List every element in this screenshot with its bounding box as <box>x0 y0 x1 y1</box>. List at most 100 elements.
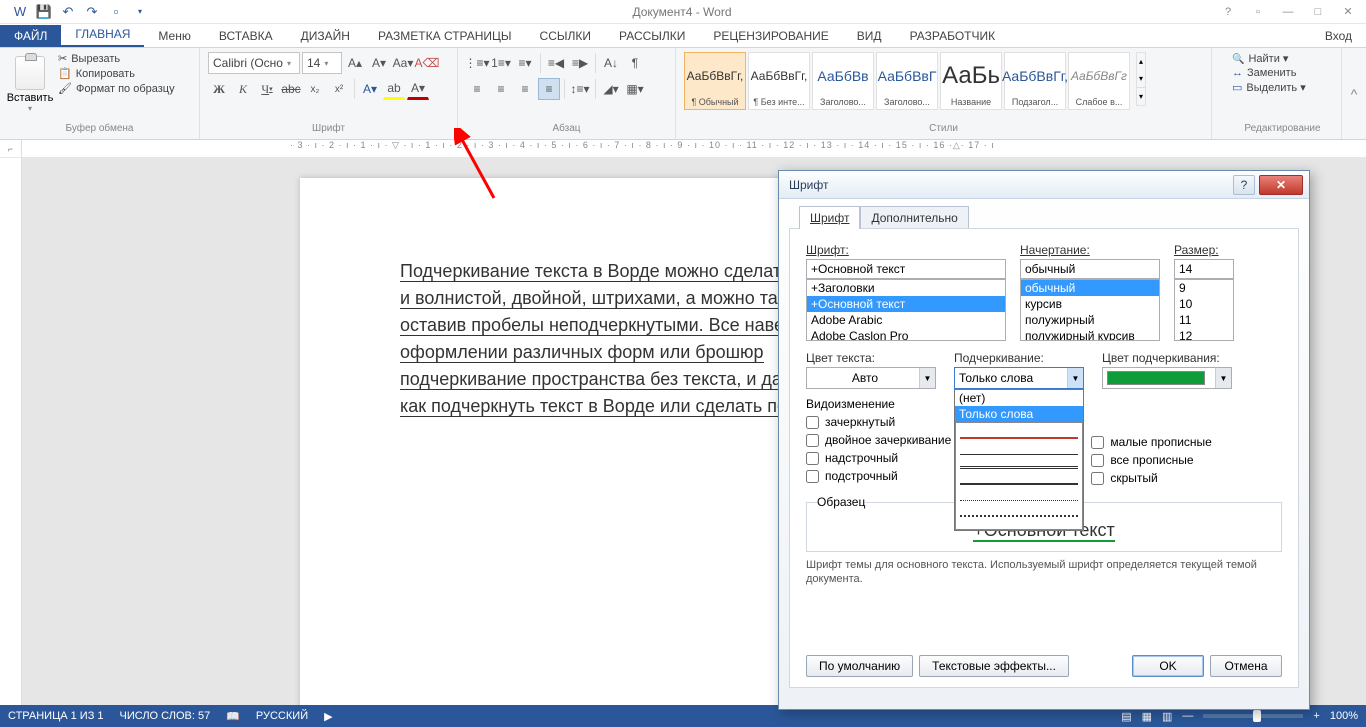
line-spacing-icon[interactable]: ↕≡▾ <box>569 78 591 100</box>
numbering-icon[interactable]: 1≡▾ <box>490 52 512 74</box>
format-painter-button[interactable]: Формат по образцу <box>58 82 175 95</box>
minimize-icon[interactable]: — <box>1274 2 1302 22</box>
status-lang[interactable]: РУССКИЙ <box>256 710 308 722</box>
multilevel-icon[interactable]: ≡▾ <box>514 52 536 74</box>
cut-button[interactable]: Вырезать <box>58 52 175 65</box>
close-icon[interactable]: ✕ <box>1334 2 1362 22</box>
shading-icon[interactable]: ◢▾ <box>600 78 622 100</box>
chk-strike[interactable]: зачеркнутый <box>806 415 951 429</box>
style-subtle[interactable]: АаБбВвГгСлабое в... <box>1068 52 1130 110</box>
vertical-ruler[interactable] <box>0 158 22 705</box>
strike-button[interactable]: abc <box>280 78 302 100</box>
justify-icon[interactable]: ≡ <box>538 78 560 100</box>
style-listbox[interactable]: обычный курсив полужирный полужирный кур… <box>1020 279 1160 341</box>
bold-button[interactable]: Ж <box>208 78 230 100</box>
view-web-icon[interactable]: ▥ <box>1162 710 1172 723</box>
chk-allcaps[interactable]: все прописные <box>1091 453 1212 467</box>
view-print-icon[interactable]: ▤ <box>1121 710 1131 723</box>
clear-format-icon[interactable]: A⌫ <box>416 52 438 74</box>
tab-developer[interactable]: РАЗРАБОТЧИК <box>896 25 1010 47</box>
grow-font-icon[interactable]: A▴ <box>344 52 366 74</box>
align-left-icon[interactable]: ≡ <box>466 78 488 100</box>
maximize-icon[interactable]: □ <box>1304 2 1332 22</box>
font-size-combo[interactable]: 14▾ <box>302 52 342 74</box>
undo-icon[interactable]: ↶ <box>58 2 78 22</box>
redo-icon[interactable]: ↷ <box>82 2 102 22</box>
underline-option-dashed[interactable] <box>960 519 1078 530</box>
tab-view[interactable]: ВИД <box>843 25 896 47</box>
size-listbox[interactable]: 9 10 11 12 14 <box>1174 279 1234 341</box>
tab-selector-icon[interactable]: ⌐ <box>0 140 22 157</box>
styles-more-icon[interactable]: ▴▾▾ <box>1136 52 1146 106</box>
zoom-value[interactable]: 100% <box>1330 710 1358 722</box>
horizontal-ruler[interactable]: ⌐ · 3 · ı · 2 · ı · 1 · ı · ▽ · ı · 1 · … <box>0 140 1366 158</box>
default-button[interactable]: По умолчанию <box>806 655 913 677</box>
bullets-icon[interactable]: ⋮≡▾ <box>466 52 488 74</box>
underline-option-dotted-thick[interactable] <box>960 503 1078 517</box>
status-words[interactable]: ЧИСЛО СЛОВ: 57 <box>120 710 211 722</box>
superscript-button[interactable]: x² <box>328 78 350 100</box>
ribbon-options-icon[interactable]: ▫ <box>1244 2 1272 22</box>
underline-dropdown-list[interactable]: (нет) Только слова <box>954 389 1084 531</box>
font-name-combo[interactable]: Calibri (Осно▾ <box>208 52 300 74</box>
dialog-help-icon[interactable]: ? <box>1233 175 1255 195</box>
align-right-icon[interactable]: ≡ <box>514 78 536 100</box>
indent-inc-icon[interactable]: ≡▶ <box>569 52 591 74</box>
underline-button[interactable]: Ч▾ <box>256 78 278 100</box>
chk-smallcaps[interactable]: малые прописные <box>1091 435 1212 449</box>
chk-dstrike[interactable]: двойное зачеркивание <box>806 433 951 447</box>
font-input[interactable] <box>806 259 1006 279</box>
dialog-close-icon[interactable]: ✕ <box>1259 175 1303 195</box>
text-color-dropdown[interactable]: Авто▼ <box>806 367 936 389</box>
underline-option-double[interactable] <box>960 457 1078 469</box>
tab-file[interactable]: ФАЙЛ <box>0 25 61 47</box>
find-button[interactable]: Найти ▾ <box>1232 52 1306 65</box>
cancel-button[interactable]: Отмена <box>1210 655 1282 677</box>
shrink-font-icon[interactable]: A▾ <box>368 52 390 74</box>
show-marks-icon[interactable]: ¶ <box>624 52 646 74</box>
signin-link[interactable]: Вход <box>1311 25 1366 47</box>
style-nospace[interactable]: АаБбВвГг,¶ Без инте... <box>748 52 810 110</box>
status-macro-icon[interactable]: ▶ <box>324 710 332 723</box>
font-color-icon[interactable]: A▾ <box>407 78 429 100</box>
dialog-titlebar[interactable]: Шрифт ? ✕ <box>779 171 1309 199</box>
highlight-icon[interactable]: ab <box>383 78 405 100</box>
chk-sub[interactable]: подстрочный <box>806 469 951 483</box>
borders-icon[interactable]: ▦▾ <box>624 78 646 100</box>
qat-more-icon[interactable]: ▾ <box>130 2 150 22</box>
size-input[interactable] <box>1174 259 1234 279</box>
help-icon[interactable]: ? <box>1214 2 1242 22</box>
status-proofing-icon[interactable]: 📖 <box>226 710 240 723</box>
style-subtitle[interactable]: АаБбВвГг,Подзагол... <box>1004 52 1066 110</box>
tab-menu[interactable]: Меню <box>144 25 204 47</box>
status-page[interactable]: СТРАНИЦА 1 ИЗ 1 <box>8 710 104 722</box>
copy-button[interactable]: Копировать <box>58 67 175 80</box>
zoom-in-icon[interactable]: + <box>1313 710 1319 722</box>
tab-insert[interactable]: ВСТАВКА <box>205 25 287 47</box>
zoom-out-icon[interactable]: — <box>1182 710 1193 722</box>
style-h2[interactable]: АаБбВвГЗаголово... <box>876 52 938 110</box>
change-case-icon[interactable]: Aa▾ <box>392 52 414 74</box>
underline-option-single2[interactable] <box>960 441 1078 455</box>
chk-super[interactable]: надстрочный <box>806 451 951 465</box>
style-h1[interactable]: АаБбВвЗаголово... <box>812 52 874 110</box>
underline-option-dotted[interactable] <box>960 487 1078 501</box>
chk-hidden[interactable]: скрытый <box>1091 471 1212 485</box>
tab-home[interactable]: ГЛАВНАЯ <box>61 23 144 47</box>
underline-option-thick[interactable] <box>960 471 1078 485</box>
style-normal[interactable]: АаБбВвГг,¶ Обычный <box>684 52 746 110</box>
paste-button[interactable]: Вставить ▾ <box>8 52 52 113</box>
indent-dec-icon[interactable]: ≡◀ <box>545 52 567 74</box>
tab-mailings[interactable]: РАССЫЛКИ <box>605 25 699 47</box>
style-title[interactable]: АаБьНазвание <box>940 52 1002 110</box>
select-button[interactable]: Выделить ▾ <box>1232 81 1306 94</box>
zoom-slider[interactable] <box>1203 714 1303 718</box>
underline-option-single[interactable] <box>960 425 1078 439</box>
align-center-icon[interactable]: ≡ <box>490 78 512 100</box>
text-effect-icon[interactable]: A▾ <box>359 78 381 100</box>
text-effects-button[interactable]: Текстовые эффекты... <box>919 655 1069 677</box>
tab-review[interactable]: РЕЦЕНЗИРОВАНИЕ <box>699 25 842 47</box>
collapse-ribbon-icon[interactable]: ^ <box>1342 48 1366 139</box>
italic-button[interactable]: К <box>232 78 254 100</box>
view-read-icon[interactable]: ▦ <box>1142 710 1152 723</box>
